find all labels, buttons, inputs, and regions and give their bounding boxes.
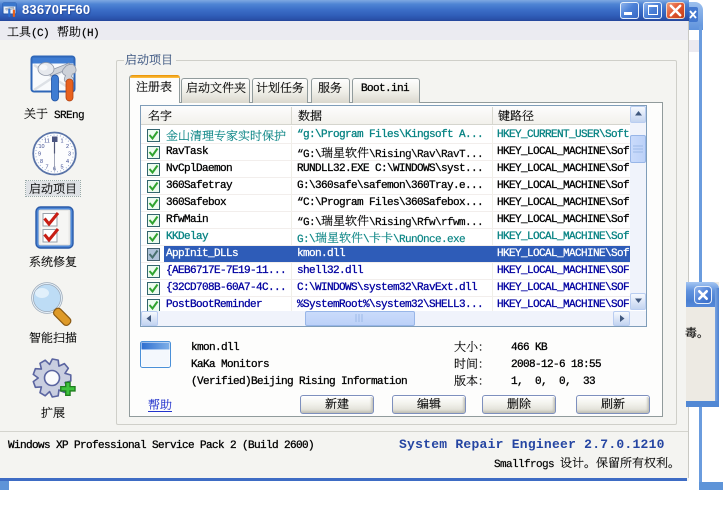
svg-text:5: 5 bbox=[60, 165, 63, 171]
svg-text:1: 1 bbox=[60, 139, 63, 145]
svg-text:11: 11 bbox=[44, 139, 50, 145]
svg-text:2: 2 bbox=[66, 144, 69, 150]
svg-text:7: 7 bbox=[45, 165, 48, 171]
svg-text:10: 10 bbox=[38, 144, 44, 150]
svg-text:8: 8 bbox=[40, 159, 43, 165]
svg-text:4: 4 bbox=[66, 159, 69, 165]
svg-text:3: 3 bbox=[68, 152, 71, 158]
svg-text:9: 9 bbox=[38, 152, 41, 158]
